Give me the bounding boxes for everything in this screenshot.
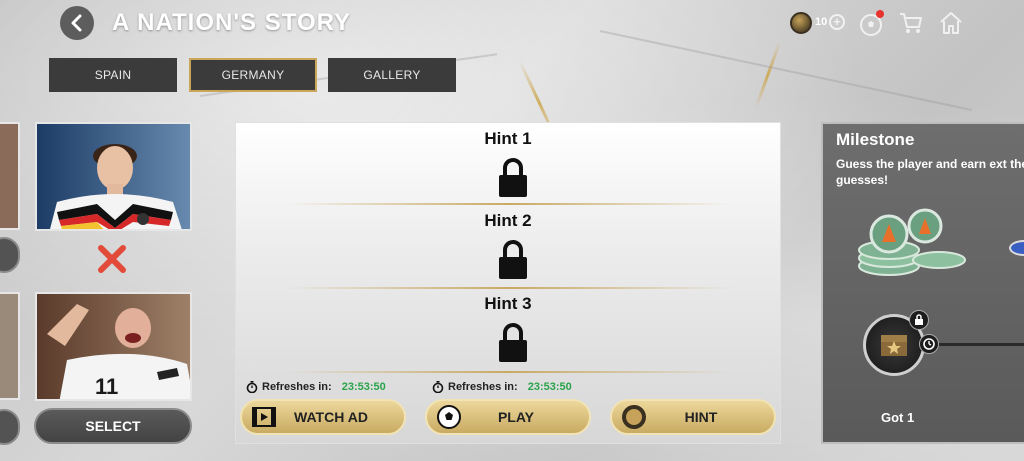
hint-divider (286, 203, 732, 205)
refresh-time: 23:53:50 (527, 381, 572, 393)
milestone-progress-label: Got 1 (881, 410, 915, 425)
play-refresh-timer: Refreshes in: 23:53:50 (432, 381, 572, 393)
play-label: PLAY (497, 409, 535, 425)
coin-icon (790, 12, 812, 34)
milestone-title: Milestone (836, 130, 915, 149)
hint-label: HINT (684, 409, 718, 425)
tab-spain[interactable]: SPAIN (49, 58, 177, 92)
lock-icon (499, 240, 527, 279)
player-card-partial[interactable] (0, 122, 20, 230)
player-card-2[interactable]: 11 (35, 292, 192, 401)
hint-3-label: Hint 3 (484, 294, 532, 313)
player-card-partial[interactable] (0, 292, 20, 400)
coins-reward-icon (858, 208, 966, 276)
plus-icon[interactable]: + (829, 14, 845, 30)
stopwatch-icon (432, 381, 444, 393)
hint-divider (286, 371, 732, 373)
milestone-progress-track (937, 343, 1024, 346)
hint-panel: Hint 1 Hint 2 Hint 3 Refreshes in: 23:53… (235, 122, 781, 444)
hint-divider (286, 287, 732, 289)
play-button[interactable]: PLAY (425, 399, 591, 435)
stopwatch-icon (246, 381, 258, 393)
refresh-label: Refreshes in: (262, 381, 332, 393)
film-icon (252, 407, 276, 427)
back-arrow-icon (71, 14, 82, 32)
coin-count: 10 (815, 16, 828, 28)
refresh-label: Refreshes in: (448, 381, 518, 393)
lock-icon (499, 158, 527, 197)
back-button[interactable] (60, 6, 94, 40)
tab-germany[interactable]: GERMANY (189, 58, 317, 92)
chest-icon (881, 335, 907, 356)
watch-ad-label: WATCH AD (294, 409, 368, 425)
reward-icon-partial (1009, 240, 1024, 256)
cart-icon[interactable] (898, 10, 924, 36)
ad-refresh-timer: Refreshes in: 23:53:50 (246, 381, 386, 393)
notification-dot (876, 10, 884, 18)
refresh-time: 23:53:50 (341, 381, 386, 393)
hint-2-label: Hint 2 (484, 211, 532, 230)
hint-button[interactable]: HINT (610, 399, 776, 435)
select-button[interactable]: SELECT (34, 408, 192, 444)
watch-ad-button[interactable]: WATCH AD (240, 399, 406, 435)
hint-1-label: Hint 1 (484, 129, 532, 148)
lock-icon (909, 310, 929, 330)
page-title: A NATION'S STORY (112, 9, 352, 36)
milestone-panel: Milestone Guess the player and earn ext … (821, 122, 1024, 444)
clock-icon (919, 334, 939, 354)
football-icon (437, 405, 461, 429)
lock-icon (499, 323, 527, 362)
tab-gallery[interactable]: GALLERY (328, 58, 456, 92)
player-photo: 11 (37, 294, 190, 399)
player-card-1[interactable] (35, 122, 192, 231)
player-photo (37, 124, 190, 229)
coin-icon (622, 405, 646, 429)
milestone-description: Guess the player and earn ext the correc… (836, 157, 1024, 187)
wrong-guess-icon (98, 245, 126, 273)
svg-text:11: 11 (95, 374, 118, 399)
home-icon[interactable] (938, 10, 964, 36)
